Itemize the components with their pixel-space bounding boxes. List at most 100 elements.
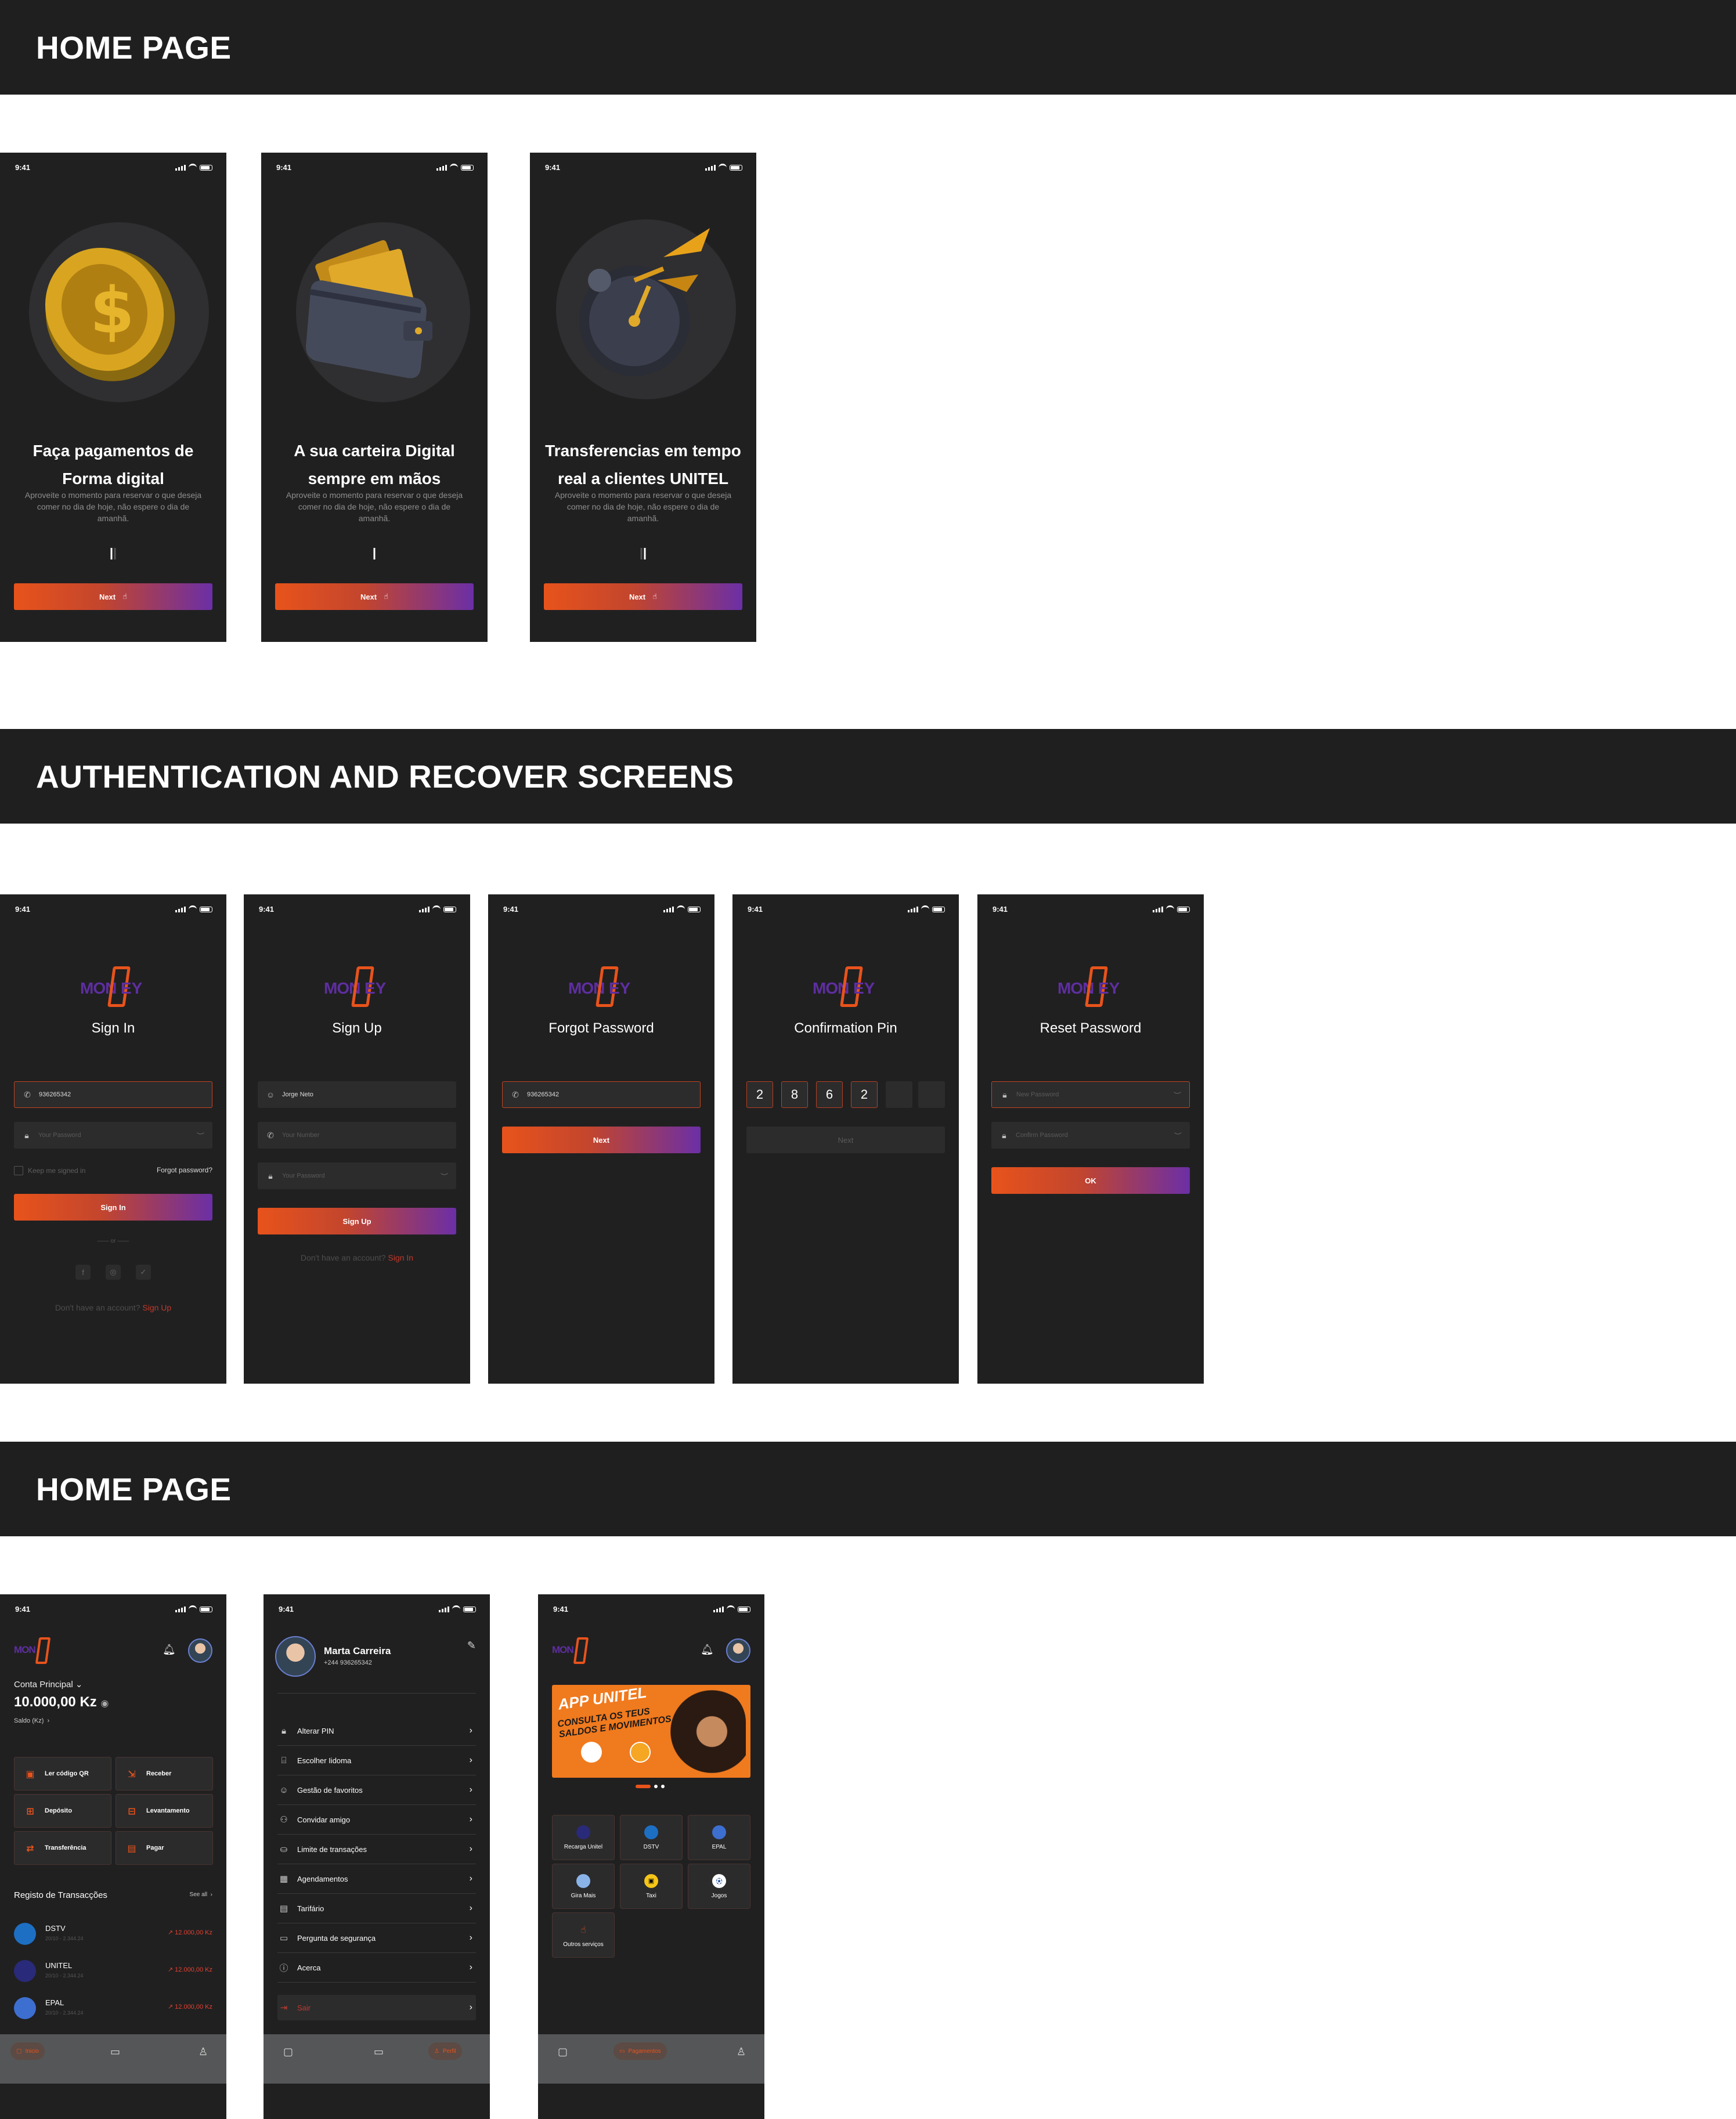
ok-button[interactable]: OK <box>991 1167 1190 1194</box>
next-button[interactable]: Next ☝ <box>275 583 474 610</box>
status-bar: 9:41 <box>488 894 714 918</box>
next-button-label: Next <box>629 592 646 601</box>
games-icon: ⚽︎ <box>712 1873 726 1888</box>
eye-off-icon[interactable]: ︶ <box>1174 1089 1181 1100</box>
next-button-disabled[interactable]: Next <box>746 1127 945 1153</box>
dashboard-screen: 9:41 MON 🔔︎ Conta Principal ⌄ 10.000,00 … <box>0 1594 226 2119</box>
pin-digit[interactable]: 8 <box>781 1081 808 1108</box>
password-field[interactable]: 🔒︎ Your Password ︶ <box>14 1122 212 1149</box>
pay-action[interactable]: ▤ Pagar <box>116 1831 213 1865</box>
logo-text-left: MON <box>14 1644 36 1655</box>
payments-icon[interactable]: ▭ <box>110 2046 120 2058</box>
see-all-link[interactable]: See all › <box>190 1891 212 1898</box>
signup-link[interactable]: Sign Up <box>142 1303 171 1312</box>
transaction-row[interactable]: UNITEL 20/10 - 2.344.24 ↗ 12.000,00 Kz <box>14 1955 212 1986</box>
eye-off-icon[interactable]: ︶ <box>197 1130 204 1141</box>
menu-item-tariff[interactable]: ▤ Tarifário › <box>277 1894 476 1923</box>
checkbox[interactable] <box>14 1166 23 1175</box>
wallet-icon[interactable]: ▢ <box>558 2046 568 2058</box>
forgot-password-link[interactable]: Forgot password? <box>157 1166 212 1174</box>
pin-digit[interactable] <box>918 1081 945 1108</box>
profile-icon[interactable]: ♙ <box>737 2046 746 2058</box>
edit-icon[interactable]: ✎ <box>467 1640 476 1652</box>
transaction-row[interactable]: EPAL 20/10 - 2.344.24 ↗ 12.000,00 Kz <box>14 1992 212 2023</box>
pin-digit[interactable]: 2 <box>746 1081 773 1108</box>
password-field[interactable]: 🔒︎ Your Password ︶ <box>258 1163 456 1189</box>
phone-field[interactable]: ✆ 936265342 <box>502 1081 701 1108</box>
wallet-icon[interactable]: ▢ <box>283 2046 293 2058</box>
bell-icon[interactable]: 🔔︎ <box>701 1644 714 1655</box>
profile-icon[interactable]: ♙ <box>198 2046 208 2058</box>
next-button[interactable]: Next <box>502 1127 701 1153</box>
pin-digit[interactable] <box>886 1081 912 1108</box>
keep-signed-in[interactable]: Keep me signed in <box>14 1166 85 1175</box>
receive-action[interactable]: ⇲ Receber <box>116 1757 213 1790</box>
eye-off-icon[interactable]: ︶ <box>441 1171 448 1182</box>
saldo-link[interactable]: Saldo (Kz) › <box>14 1717 49 1724</box>
status-bar: 9:41 <box>264 1594 490 1618</box>
pin-digit[interactable]: 2 <box>851 1081 878 1108</box>
profile-avatar[interactable] <box>275 1636 316 1677</box>
logout-button[interactable]: ⇥ Sair › <box>277 1995 476 2020</box>
logo-text-right: EY <box>1098 979 1120 997</box>
eye-off-icon[interactable]: ︶ <box>1174 1130 1182 1141</box>
bell-icon[interactable]: 🔔︎ <box>163 1644 176 1655</box>
menu-item-about[interactable]: ⓘ Acerca › <box>277 1953 476 1983</box>
next-button[interactable]: Next ☝ <box>14 583 212 610</box>
transfer-action[interactable]: ⇄ Transferência <box>14 1831 111 1865</box>
status-time: 9:41 <box>992 905 1008 914</box>
wifi-icon <box>189 905 197 913</box>
name-field[interactable]: ☺ Jorge Neto <box>258 1081 456 1108</box>
nav-payments[interactable]: ▭ Pagamentos <box>613 2042 667 2060</box>
logo-text-right: EY <box>121 979 143 997</box>
avatar[interactable] <box>188 1638 212 1663</box>
service-gira-mais[interactable]: Gira Mais <box>552 1864 615 1909</box>
service-taxi[interactable]: ▣ Taxi <box>620 1864 683 1909</box>
new-password-field[interactable]: 🔒︎ New Password ︶ <box>991 1081 1190 1108</box>
chevron-right-icon: › <box>469 1873 472 1883</box>
withdraw-action[interactable]: ⊟ Levantamento <box>116 1794 213 1828</box>
next-button[interactable]: Next ☝ <box>544 583 742 610</box>
next-button-label: Next <box>99 592 116 601</box>
service-dstv[interactable]: DSTV <box>620 1815 683 1860</box>
menu-item-favorites[interactable]: ☺ Gestão de favoritos › <box>277 1775 476 1805</box>
transaction-row[interactable]: DSTV 20/10 - 2.344.24 ↗ 12.000,00 Kz <box>14 1918 212 1948</box>
title-line: Transferencias em tempo <box>545 442 741 460</box>
deposit-action[interactable]: ⊞ Depósito <box>14 1794 111 1828</box>
menu-item-security-question[interactable]: ▭ Pergunta de segurança › <box>277 1923 476 1953</box>
unitel-logo <box>14 1960 36 1982</box>
battery-icon <box>200 906 212 912</box>
phone-field[interactable]: ✆ 936265342 <box>14 1081 212 1108</box>
menu-item-schedules[interactable]: ▦ Agendamentos › <box>277 1864 476 1894</box>
number-field[interactable]: ✆ Your Number <box>258 1122 456 1149</box>
menu-item-language[interactable]: ⌸ Escolher Iidoma › <box>277 1746 476 1775</box>
sign-in-button[interactable]: Sign In <box>14 1194 212 1221</box>
account-selector[interactable]: Conta Principal ⌄ <box>14 1679 82 1690</box>
twitter-icon[interactable]: ✓ <box>136 1265 151 1280</box>
number-placeholder: Your Number <box>282 1132 320 1139</box>
calendar-icon: ▦ <box>279 1874 288 1884</box>
service-recarga-unitel[interactable]: Recarga Unitel <box>552 1815 615 1860</box>
sign-up-button[interactable]: Sign Up <box>258 1208 456 1234</box>
nav-profile[interactable]: ♙ Perfil <box>428 2042 462 2060</box>
service-epal[interactable]: EPAL <box>688 1815 750 1860</box>
signin-link[interactable]: Sign In <box>388 1253 413 1262</box>
wallet-icon: ▢ <box>16 2048 22 2055</box>
avatar[interactable] <box>726 1638 750 1663</box>
service-jogos[interactable]: ⚽︎ Jogos <box>688 1864 750 1909</box>
nav-home[interactable]: ▢ Inicio <box>10 2042 45 2060</box>
facebook-icon[interactable]: f <box>75 1265 91 1280</box>
new-password-placeholder: New Password <box>1016 1091 1059 1098</box>
service-others[interactable]: ☝ Outros serviços <box>552 1912 615 1958</box>
promo-banner[interactable]: APP UNITEL CONSULTA OS TEUS SALDOS E MOVI… <box>552 1685 750 1778</box>
qr-read-action[interactable]: ▣ Ler código QR <box>14 1757 111 1790</box>
nav-home-label: Inicio <box>25 2048 39 2055</box>
payments-icon[interactable]: ▭ <box>374 2046 384 2058</box>
eye-icon[interactable]: ◉ <box>100 1699 109 1709</box>
confirm-password-field[interactable]: 🔒︎ Confirm Password ︶ <box>991 1122 1190 1149</box>
menu-item-change-pin[interactable]: 🔒︎ Alterar PIN › <box>277 1716 476 1746</box>
menu-item-invite[interactable]: ⚇ Convidar amigo › <box>277 1805 476 1835</box>
whatsapp-icon[interactable]: ◎ <box>106 1265 121 1280</box>
menu-item-limits[interactable]: ⛀ Limite de transações › <box>277 1835 476 1864</box>
pin-digit[interactable]: 6 <box>816 1081 843 1108</box>
